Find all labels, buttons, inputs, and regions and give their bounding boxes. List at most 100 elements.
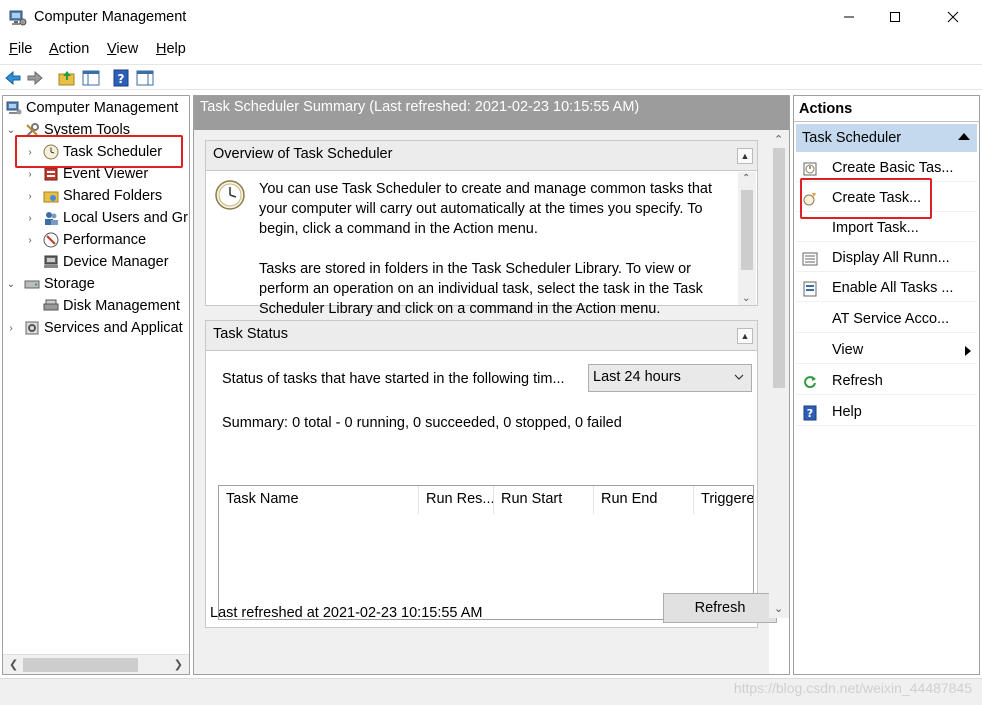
action-import-task[interactable]: Import Task... [796,216,977,242]
watermark: https://blog.csdn.net/weixin_44487845 [733,680,972,696]
display-running-tasks-icon [802,251,818,267]
overview-scrollbar[interactable]: ⌃ ⌄ [738,172,756,305]
status-summary: Summary: 0 total - 0 running, 0 succeede… [222,415,622,431]
action-display-running-tasks[interactable]: Display All Runn... [796,246,977,272]
collapse-up-icon[interactable] [958,133,970,140]
tree-horizontal-scrollbar[interactable]: ❮ ❯ [3,654,189,674]
minimize-button[interactable] [826,0,872,34]
task-status-header[interactable]: Task Status ▲ [206,321,757,351]
chevron-right-icon[interactable]: › [25,169,35,180]
center-body: Overview of Task Scheduler ▲ You can use… [194,130,777,674]
action-refresh[interactable]: Refresh [796,369,977,395]
tree-item-performance[interactable]: › Performance [25,229,146,251]
scroll-down-icon[interactable]: ⌄ [774,602,783,615]
actions-title: Actions [794,96,979,122]
column-header-run-start[interactable]: Run Start [494,486,594,514]
scrollbar-thumb[interactable] [741,190,753,270]
device-manager-icon [43,254,59,270]
svg-text:?: ? [807,407,813,420]
title-bar: Computer Management [0,0,982,36]
services-icon [24,320,40,336]
close-button[interactable] [930,0,976,34]
action-enable-all-tasks-history[interactable]: Enable All Tasks ... [796,276,977,302]
scrollbar-thumb[interactable] [23,658,138,672]
chevron-right-icon[interactable]: › [25,235,35,246]
storage-icon [24,276,40,292]
center-pane: Task Scheduler Summary (Last refreshed: … [193,95,790,675]
collapse-overview-button[interactable]: ▲ [737,148,753,164]
center-header: Task Scheduler Summary (Last refreshed: … [194,96,789,130]
help-icon: ? [802,405,818,421]
clock-icon [214,179,246,211]
submenu-arrow-icon [965,346,971,356]
action-help[interactable]: ? Help [796,400,977,426]
chevron-down-icon[interactable]: ⌄ [6,279,16,290]
tree-item-event-viewer[interactable]: › Event Viewer [25,163,148,185]
menu-file[interactable]: File [9,41,32,57]
clock-icon [43,144,59,160]
action-at-service-account[interactable]: AT Service Acco... [796,307,977,333]
center-vertical-scrollbar[interactable]: ⌃ ⌄ [769,130,789,618]
column-header-run-result[interactable]: Run Res... [419,486,494,514]
chevron-down-icon[interactable]: ⌄ [6,125,16,136]
create-basic-task-icon [802,161,818,177]
column-header-run-end[interactable]: Run End [594,486,694,514]
action-view[interactable]: View [796,338,977,364]
collapse-task-status-button[interactable]: ▲ [737,328,753,344]
time-range-dropdown[interactable]: Last 24 hours [588,364,752,392]
forward-icon[interactable] [26,69,44,87]
action-create-basic-task[interactable]: Create Basic Tas... [796,156,977,182]
chevron-down-icon [733,371,745,387]
tree-item-device-manager[interactable]: Device Manager [43,251,169,273]
scroll-down-icon[interactable]: ⌄ [742,293,750,304]
chevron-right-icon[interactable]: › [25,191,35,202]
scroll-up-icon[interactable]: ⌃ [774,133,783,146]
tree-item-disk-management[interactable]: Disk Management [43,295,180,317]
scroll-left-icon[interactable]: ❮ [9,658,18,671]
enable-history-icon [802,281,818,297]
actions-pane: Actions Task Scheduler Create Basic Tas.… [793,95,980,675]
chevron-up-icon: ▲ [740,151,750,161]
system-tools-icon [24,122,40,138]
create-task-icon [802,191,818,207]
scrollbar-thumb[interactable] [773,148,785,388]
column-header-triggered[interactable]: Triggere [694,486,753,514]
computer-management-icon [6,100,22,116]
performance-icon [43,232,59,248]
scroll-up-icon[interactable]: ⌃ [742,173,750,184]
column-header-task-name[interactable]: Task Name [219,486,419,514]
chevron-right-icon[interactable]: › [25,213,35,224]
console-tree: Computer Management ⌄ System Tools › Tas… [2,95,190,675]
tree-item-system-tools[interactable]: ⌄ System Tools [6,119,130,141]
tree-item-computer-management[interactable]: Computer Management [6,97,178,119]
chevron-up-icon: ▲ [740,331,750,341]
up-folder-icon[interactable] [58,69,76,87]
show-hide-action-pane-icon[interactable] [136,69,154,87]
menu-view[interactable]: View [107,41,138,57]
tree-item-services-applications[interactable]: › Services and Applicat [6,317,182,339]
event-viewer-icon [43,166,59,182]
tree-item-shared-folders[interactable]: › Shared Folders [25,185,162,207]
tree-item-task-scheduler[interactable]: › Task Scheduler [25,141,162,163]
action-create-task[interactable]: Create Task... [796,186,977,212]
chevron-right-icon[interactable]: › [6,323,16,334]
overview-header[interactable]: Overview of Task Scheduler ▲ [206,141,757,171]
disk-management-icon [43,298,59,314]
chevron-right-icon[interactable]: › [25,147,35,158]
refresh-button[interactable]: Refresh [663,593,777,623]
menu-help[interactable]: Help [156,41,186,57]
back-icon[interactable] [4,69,22,87]
help-icon[interactable]: ? [112,69,130,87]
menu-bar: File Action View Help [0,38,982,62]
tree-item-local-users[interactable]: › Local Users and Gr [25,207,188,229]
tree-item-storage[interactable]: ⌄ Storage [6,273,95,295]
maximize-icon [890,12,900,22]
last-refreshed-text: Last refreshed at 2021-02-23 10:15:55 AM [210,605,483,621]
minimize-icon [844,16,854,18]
actions-group-task-scheduler[interactable]: Task Scheduler [796,124,977,152]
maximize-button[interactable] [872,0,918,34]
menu-action[interactable]: Action [49,41,89,57]
users-icon [43,210,59,226]
scroll-right-icon[interactable]: ❯ [174,658,183,671]
show-hide-console-tree-icon[interactable] [82,69,100,87]
